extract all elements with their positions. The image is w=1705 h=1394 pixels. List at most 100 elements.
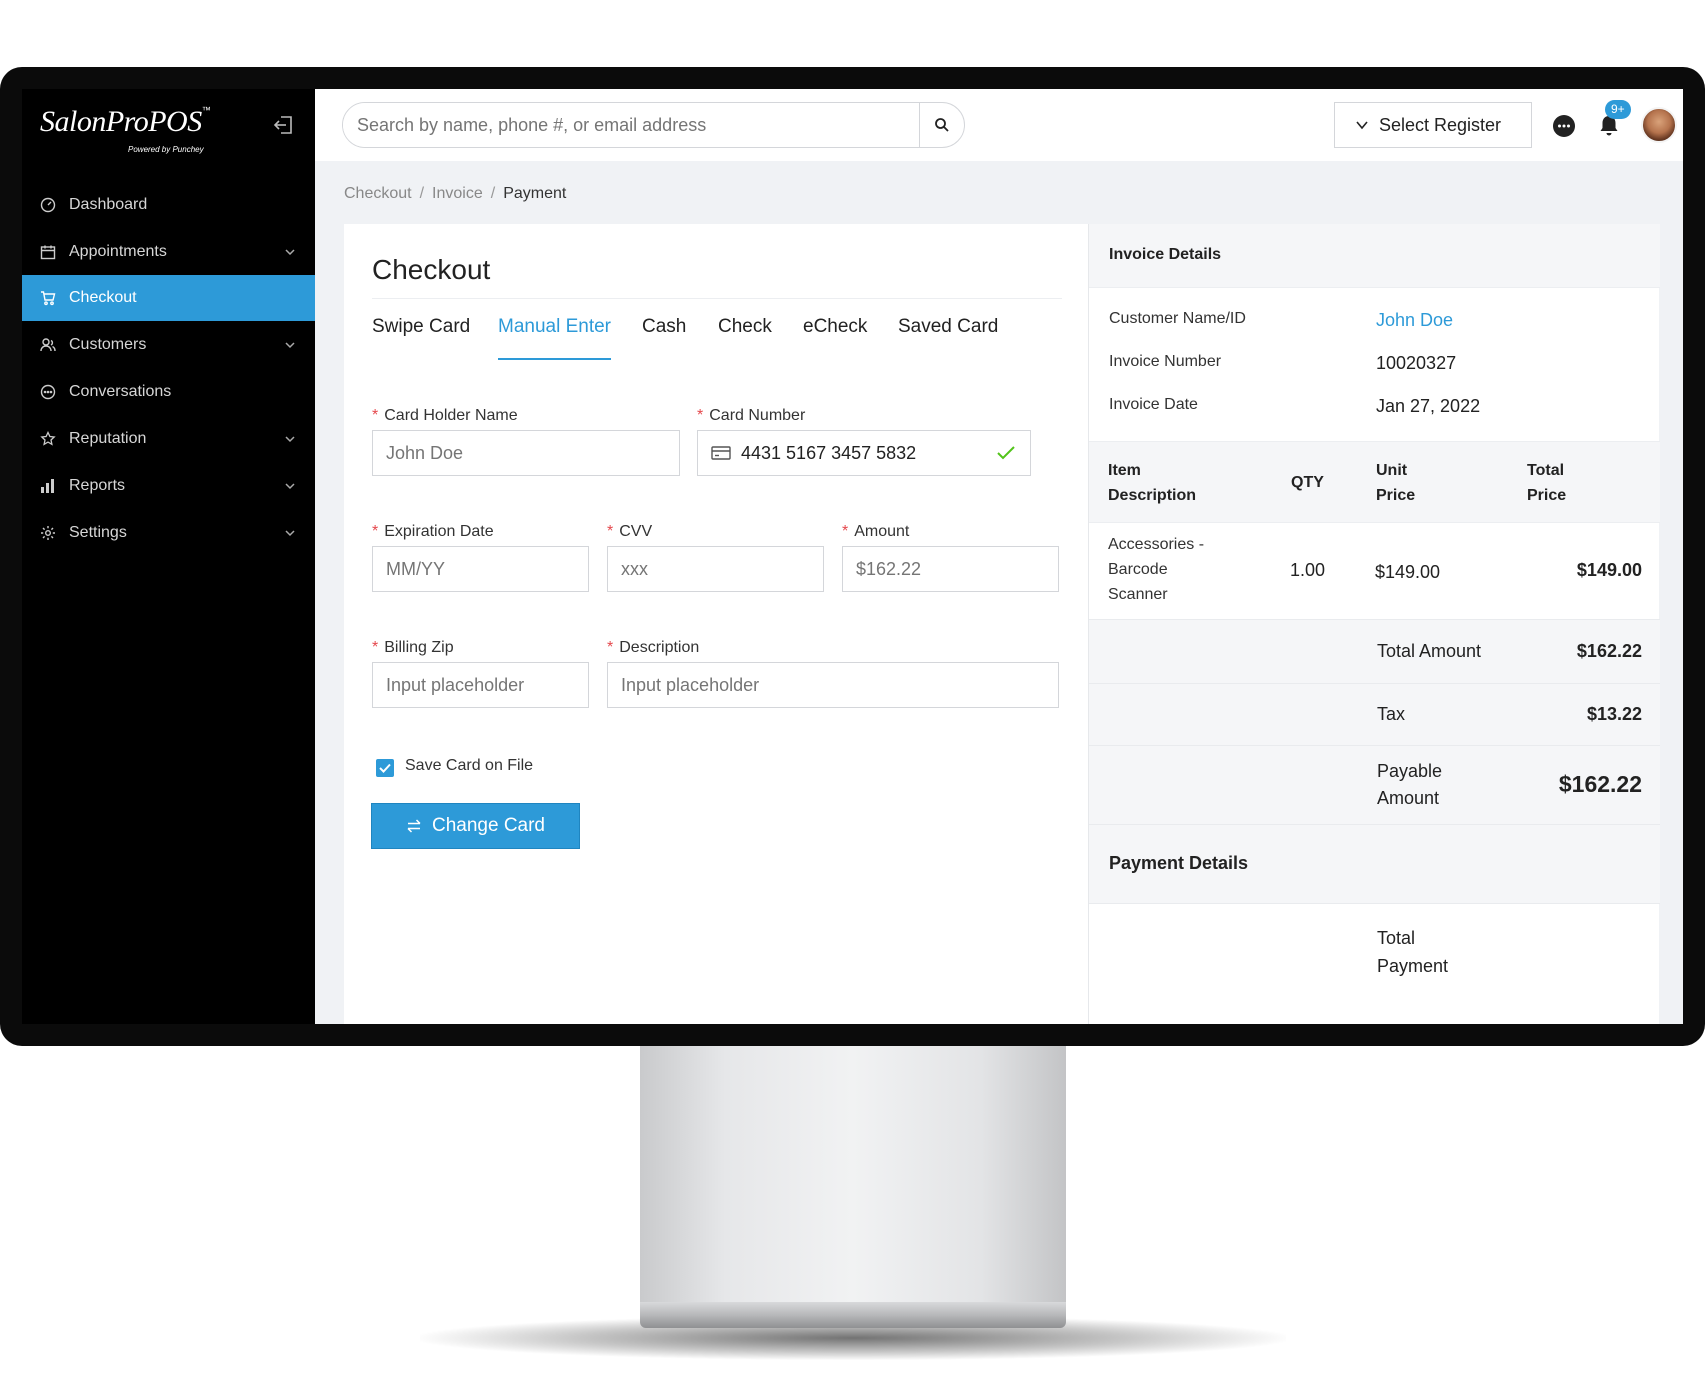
cvv-label-text: CVV bbox=[619, 523, 653, 540]
select-register-dropdown[interactable]: Select Register bbox=[1334, 102, 1532, 148]
items-table-header: Item Description QTY Unit Price Total Price bbox=[1089, 441, 1660, 523]
tab-swipe-card[interactable]: Swipe Card bbox=[372, 316, 470, 360]
customer-label: Customer Name/ID bbox=[1109, 310, 1246, 327]
search-button[interactable] bbox=[919, 103, 964, 147]
chevron-down-icon bbox=[285, 483, 295, 490]
sidebar-item-settings[interactable]: Settings bbox=[22, 510, 315, 556]
card-number-input[interactable]: 4431 5167 3457 5832 bbox=[697, 430, 1031, 476]
tax-value: $13.22 bbox=[1586, 704, 1642, 724]
breadcrumb-invoice[interactable]: Invoice bbox=[432, 185, 483, 202]
header-unit-line2: Price bbox=[1376, 487, 1416, 504]
item-unit-price: $149.00 bbox=[1375, 562, 1441, 582]
card-number-label-text: Card Number bbox=[709, 407, 806, 424]
tab-check[interactable]: Check bbox=[718, 316, 772, 360]
chevron-down-icon bbox=[285, 342, 295, 349]
chevron-down-icon bbox=[285, 530, 295, 537]
header-total-price: Total Price bbox=[1527, 458, 1566, 508]
swap-icon bbox=[407, 819, 421, 833]
breadcrumb-checkout[interactable]: Checkout bbox=[344, 185, 412, 202]
save-card-checkbox[interactable] bbox=[376, 759, 394, 777]
customer-link[interactable]: John Doe bbox=[1376, 310, 1453, 331]
card-holder-label-text: Card Holder Name bbox=[384, 407, 518, 424]
save-card-label[interactable]: Save Card on File bbox=[405, 757, 533, 775]
tab-saved-card[interactable]: Saved Card bbox=[898, 316, 998, 360]
sidebar-item-label: Settings bbox=[69, 524, 127, 541]
required-marker: * bbox=[372, 639, 379, 656]
sidebar-item-checkout[interactable]: Checkout bbox=[22, 275, 315, 321]
table-row: Accessories - Barcode Scanner 1.00 $149.00… bbox=[1089, 523, 1660, 619]
sidebar-item-reputation[interactable]: Reputation bbox=[22, 416, 315, 462]
tax-label: Tax bbox=[1377, 704, 1406, 724]
sidebar-item-reports[interactable]: Reports bbox=[22, 463, 315, 509]
billing-zip-label: * Billing Zip bbox=[372, 639, 454, 657]
expiration-label: * Expiration Date bbox=[372, 523, 494, 541]
sidebar-item-label: Appointments bbox=[69, 243, 167, 260]
header-item-description: Item Description bbox=[1108, 458, 1196, 508]
tab-echeck[interactable]: eCheck bbox=[803, 316, 867, 360]
required-marker: * bbox=[607, 523, 614, 540]
header-total-line1: Total bbox=[1527, 462, 1565, 479]
payable-line2: Amount bbox=[1377, 788, 1440, 808]
divider bbox=[372, 298, 1062, 299]
invoice-number-value: 10020327 bbox=[1376, 353, 1457, 373]
total-amount-value: $162.22 bbox=[1576, 641, 1642, 661]
dashboard-icon bbox=[39, 196, 57, 214]
total-payment-line1: Total bbox=[1377, 928, 1416, 948]
header-item-line2: Description bbox=[1108, 487, 1197, 504]
sidebar-item-label: Dashboard bbox=[69, 196, 148, 213]
checkmark-icon bbox=[997, 446, 1015, 460]
sidebar-item-dashboard[interactable]: Dashboard bbox=[22, 182, 315, 228]
app-logo[interactable]: SalonProPOS™ Powered by Punchey bbox=[40, 105, 211, 154]
change-card-button[interactable]: Change Card bbox=[371, 803, 580, 849]
payable-amount-label: Payable Amount bbox=[1377, 758, 1442, 812]
required-marker: * bbox=[842, 523, 849, 540]
required-marker: * bbox=[372, 407, 379, 424]
billing-zip-input[interactable] bbox=[372, 662, 589, 708]
expiration-input[interactable] bbox=[372, 546, 589, 592]
cvv-input[interactable] bbox=[607, 546, 824, 592]
required-marker: * bbox=[372, 523, 379, 540]
description-label: * Description bbox=[607, 639, 699, 657]
chevron-down-icon bbox=[1356, 121, 1368, 130]
monitor-stand bbox=[640, 1046, 1066, 1302]
invoice-date-value: Jan 27, 2022 bbox=[1376, 396, 1481, 416]
customers-icon bbox=[39, 336, 57, 354]
chevron-down-icon bbox=[285, 249, 295, 256]
chevron-down-icon bbox=[285, 436, 295, 443]
logout-icon[interactable] bbox=[272, 113, 296, 137]
tab-cash[interactable]: Cash bbox=[642, 316, 686, 360]
gear-icon bbox=[39, 524, 57, 542]
monitor-frame: SalonProPOS™ Powered by Punchey Dashboar… bbox=[0, 67, 1705, 1046]
item-desc-line2: Barcode bbox=[1108, 561, 1168, 578]
card-number-value: 4431 5167 3457 5832 bbox=[741, 442, 917, 463]
chat-bubble-icon bbox=[39, 383, 57, 401]
invoice-panel: Invoice Details Customer Name/ID John Do… bbox=[1088, 224, 1660, 1024]
change-card-label: Change Card bbox=[431, 815, 546, 836]
description-input[interactable] bbox=[607, 662, 1059, 708]
item-qty: 1.00 bbox=[1290, 560, 1326, 580]
amount-label: * Amount bbox=[842, 523, 909, 541]
select-register-label: Select Register bbox=[1379, 114, 1502, 135]
total-payment-line2: Payment bbox=[1377, 956, 1449, 976]
breadcrumb-payment: Payment bbox=[503, 185, 567, 202]
billing-zip-label-text: Billing Zip bbox=[384, 639, 454, 656]
total-payment-label: Total Payment bbox=[1377, 924, 1448, 980]
required-marker: * bbox=[607, 639, 614, 656]
tab-manual-enter[interactable]: Manual Enter bbox=[498, 316, 612, 360]
sidebar-item-label: Checkout bbox=[69, 289, 137, 306]
calendar-icon bbox=[39, 243, 57, 261]
cvv-label: * CVV bbox=[607, 523, 652, 541]
messages-icon[interactable] bbox=[1551, 113, 1577, 139]
amount-input[interactable] bbox=[842, 546, 1059, 592]
user-avatar[interactable] bbox=[1641, 107, 1677, 143]
sidebar-item-appointments[interactable]: Appointments bbox=[22, 229, 315, 275]
sidebar-item-label: Reports bbox=[69, 477, 126, 494]
description-label-text: Description bbox=[619, 639, 700, 656]
sidebar: SalonProPOS™ Powered by Punchey Dashboar… bbox=[22, 89, 315, 1024]
sidebar-item-customers[interactable]: Customers bbox=[22, 322, 315, 368]
total-amount-row: Total Amount $162.22 bbox=[1089, 619, 1660, 683]
sidebar-item-conversations[interactable]: Conversations bbox=[22, 369, 315, 415]
card-holder-input[interactable] bbox=[372, 430, 680, 476]
search-input[interactable] bbox=[343, 103, 919, 147]
checkout-panel: Checkout Swipe Card Manual Enter Cash Ch… bbox=[344, 224, 1088, 1024]
